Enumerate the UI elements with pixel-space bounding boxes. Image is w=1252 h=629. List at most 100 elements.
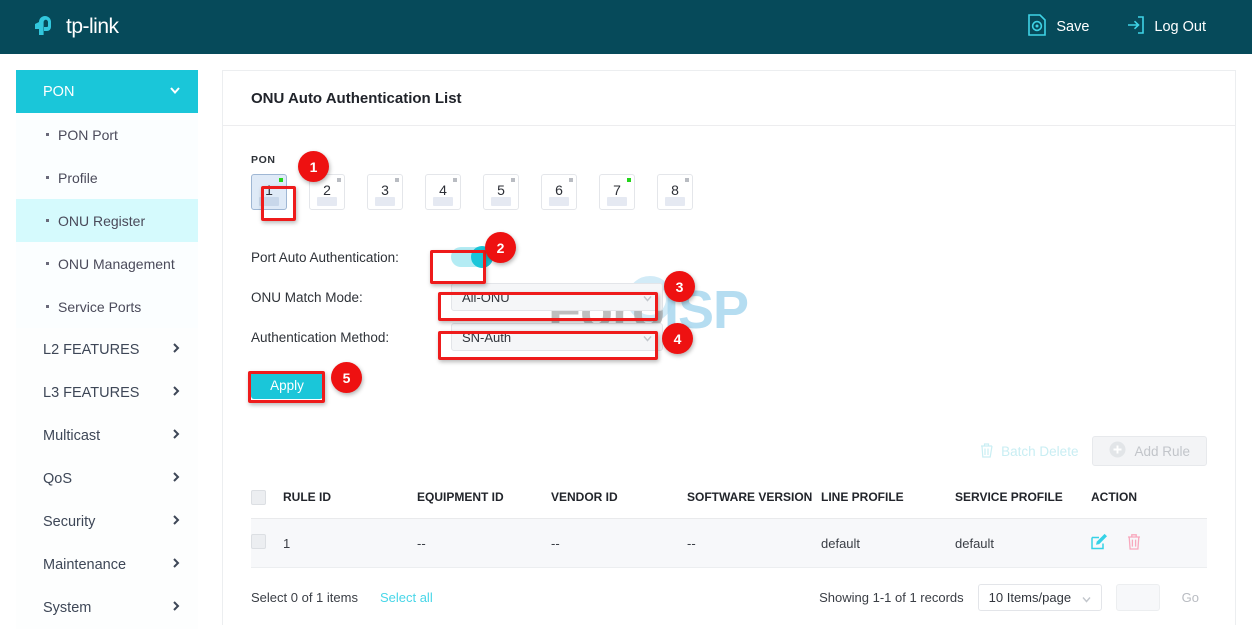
pon-port-selector: PON 1 2 3 4 5 6 7 8 (251, 154, 1207, 210)
port-led-icon (337, 178, 341, 182)
sidebar-item-qos[interactable]: QoS (16, 457, 198, 500)
port-slot-icon (607, 197, 627, 206)
cell-line-profile: default (821, 518, 955, 568)
sidebar-item-l2-features[interactable]: L2 FEATURES (16, 328, 198, 371)
port-led-icon (627, 178, 631, 182)
column-equipment-id: EQUIPMENT ID (417, 480, 551, 519)
table-footer: Select 0 of 1 items Select all Showing 1… (251, 584, 1207, 611)
save-button[interactable]: Save (1017, 10, 1099, 44)
port-number: 7 (613, 182, 621, 198)
top-bar-actions: Save Log Out (1017, 10, 1216, 44)
sidebar-group-pon[interactable]: PON (16, 70, 198, 113)
sidebar-item-label: Service Ports (58, 298, 142, 315)
port-number: 3 (381, 182, 389, 198)
sidebar-item-security[interactable]: Security (16, 500, 198, 543)
chevron-down-icon (168, 83, 182, 101)
add-rule-label: Add Rule (1134, 443, 1190, 459)
pon-port-5[interactable]: 5 (483, 174, 519, 210)
pon-port-1[interactable]: 1 (251, 174, 287, 210)
cell-vendor-id: -- (551, 518, 687, 568)
sidebar-item-label: Profile (58, 169, 98, 186)
pon-port-8[interactable]: 8 (657, 174, 693, 210)
port-slot-icon (375, 197, 395, 206)
trash-icon[interactable] (1126, 533, 1142, 553)
port-slot-icon (665, 197, 685, 206)
table-header-row: RULE ID EQUIPMENT ID VENDOR ID SOFTWARE … (251, 480, 1207, 519)
chevron-right-icon (170, 557, 182, 573)
showing-records-label: Showing 1-1 of 1 records (819, 590, 964, 605)
brand-name: tp-link (66, 15, 119, 38)
port-slot-icon (317, 197, 337, 206)
annotation-badge-1: 1 (298, 151, 329, 182)
port-slot-icon (491, 197, 511, 206)
pagination-controls: Showing 1-1 of 1 records 10 Items/page G… (819, 584, 1207, 611)
select-all-checkbox[interactable] (251, 490, 266, 505)
auth-form: Port Auto Authentication: ONU Match Mode… (251, 238, 1207, 404)
bullet-icon (46, 305, 49, 308)
column-rule-id: RULE ID (283, 480, 417, 519)
logout-arrow-icon (1125, 15, 1145, 39)
sidebar-sub-list: PON Port Profile ONU Register ONU Manage… (16, 113, 198, 328)
cell-action (1091, 518, 1207, 568)
annotation-badge-5: 5 (331, 362, 362, 393)
logout-button[interactable]: Log Out (1115, 11, 1216, 43)
top-bar: tp-link Save Log Out (0, 0, 1252, 54)
page-size-select[interactable]: 10 Items/page (977, 584, 1102, 611)
trash-icon (979, 442, 994, 461)
page-title: ONU Auto Authentication List (223, 71, 1235, 126)
edit-pencil-icon[interactable] (1091, 533, 1108, 553)
apply-button[interactable]: Apply (251, 371, 323, 399)
page-number-input[interactable] (1115, 584, 1160, 611)
cell-equipment-id: -- (417, 518, 551, 568)
authentication-method-value: SN-Auth (462, 329, 512, 345)
chevron-right-icon (170, 385, 182, 401)
sidebar-item-label: Maintenance (43, 556, 127, 573)
authentication-method-select[interactable]: SN-Auth (451, 323, 663, 351)
chevron-right-icon (170, 471, 182, 487)
sidebar-item-pon-port[interactable]: PON Port (16, 113, 198, 156)
go-button[interactable]: Go (1174, 590, 1207, 605)
sidebar-item-onu-management[interactable]: ONU Management (16, 242, 198, 285)
batch-delete-button[interactable]: Batch Delete (979, 442, 1078, 461)
port-led-icon (279, 178, 283, 182)
row-port-auto-authentication: Port Auto Authentication: (251, 238, 1207, 276)
column-software-version: SOFTWARE VERSION (687, 480, 821, 519)
select-all-link[interactable]: Select all (380, 590, 433, 605)
panel-content: PON 1 2 3 4 5 6 7 8 Port Auto Authentica… (223, 154, 1235, 611)
sidebar-item-multicast[interactable]: Multicast (16, 414, 198, 457)
port-number: 6 (555, 182, 563, 198)
column-software-version-label: SOFTWARE VERSION (687, 490, 813, 504)
pon-port-7[interactable]: 7 (599, 174, 635, 210)
port-led-icon (453, 178, 457, 182)
add-rule-button[interactable]: Add Rule (1092, 436, 1207, 466)
main-panel: ONU Auto Authentication List ForoISP PON… (222, 70, 1236, 625)
sidebar-item-onu-register[interactable]: ONU Register (16, 199, 198, 242)
pon-port-6[interactable]: 6 (541, 174, 577, 210)
sidebar-item-service-ports[interactable]: Service Ports (16, 285, 198, 328)
chevron-right-icon (170, 428, 182, 444)
select-count-label: Select 0 of 1 items (251, 590, 358, 605)
pon-port-4[interactable]: 4 (425, 174, 461, 210)
chevron-right-icon (170, 514, 182, 530)
sidebar-item-label: Multicast (43, 427, 101, 444)
logout-label: Log Out (1154, 19, 1206, 35)
onu-match-mode-select[interactable]: All-ONU (451, 283, 663, 311)
sidebar-item-profile[interactable]: Profile (16, 156, 198, 199)
chevron-down-icon (1081, 593, 1092, 608)
row-onu-match-mode: ONU Match Mode: All-ONU (251, 278, 1207, 316)
sidebar-item-label: ONU Management (58, 255, 175, 272)
pon-port-3[interactable]: 3 (367, 174, 403, 210)
sidebar-item-label: Security (43, 513, 96, 530)
sidebar-item-l3-features[interactable]: L3 FEATURES (16, 371, 198, 414)
sidebar-item-system[interactable]: System (16, 586, 198, 629)
chevron-down-icon (642, 332, 653, 347)
row-apply: Apply (251, 366, 1207, 404)
onu-match-mode-label: ONU Match Mode: (251, 289, 363, 305)
sidebar-item-label: ONU Register (58, 212, 146, 229)
sidebar-item-maintenance[interactable]: Maintenance (16, 543, 198, 586)
row-checkbox[interactable] (251, 534, 266, 549)
column-service-profile: SERVICE PROFILE (955, 480, 1091, 519)
table-row[interactable]: 1 -- -- -- default default (251, 518, 1207, 568)
brand-logo[interactable]: tp-link (33, 13, 119, 41)
sidebar-item-label: L2 FEATURES (43, 341, 140, 358)
